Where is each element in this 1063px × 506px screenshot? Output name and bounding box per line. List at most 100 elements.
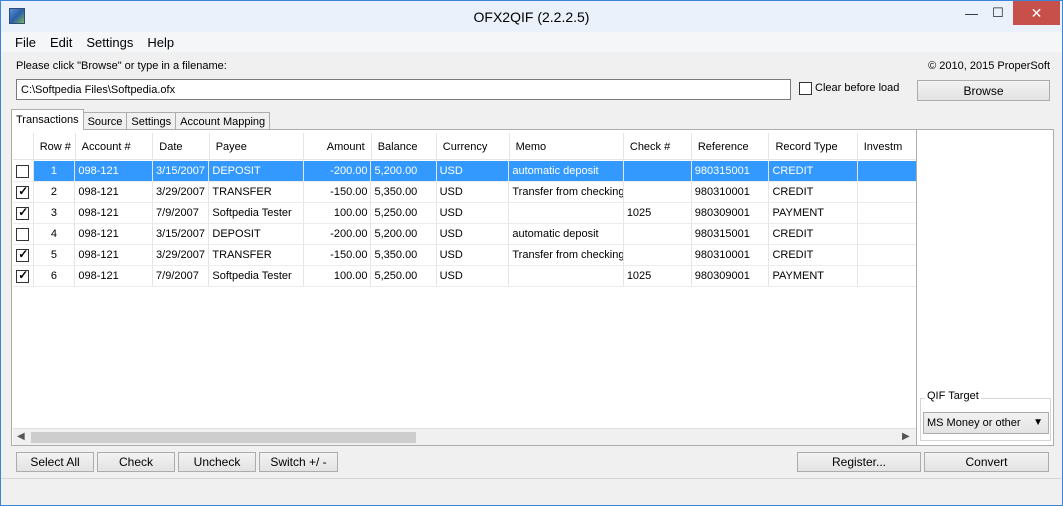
cell-payee[interactable]: DEPOSIT [209,224,304,244]
cell-memo[interactable] [509,203,624,223]
cell-account[interactable]: 098-121 [75,266,154,286]
cell-reference[interactable]: 980309001 [692,266,770,286]
header-amount[interactable]: Amount [304,133,372,160]
cell-memo[interactable] [509,266,624,286]
maximize-button[interactable]: ☐ [985,1,1011,25]
tab-settings[interactable]: Settings [126,112,177,130]
header-check-number[interactable]: Check # [624,133,692,160]
cell-check[interactable]: 1025 [624,266,692,286]
cell-memo[interactable]: Transfer from checking [509,245,624,265]
qif-target-select[interactable]: MS Money or other ▼ [923,412,1049,434]
menu-settings[interactable]: Settings [80,35,139,50]
menu-file[interactable]: File [9,35,42,50]
cell-account[interactable]: 098-121 [75,182,154,202]
cell-reference[interactable]: 980309001 [692,203,770,223]
cell-date[interactable]: 3/15/2007 [153,161,210,181]
header-memo[interactable]: Memo [510,133,624,160]
table-row[interactable]: 2098-1213/29/2007TRANSFER-150.005,350.00… [13,182,916,203]
cell-memo[interactable]: Transfer from checking [509,182,624,202]
cell-account[interactable]: 098-121 [75,161,154,181]
cell-payee[interactable]: Softpedia Tester [209,266,304,286]
filename-input[interactable] [16,79,791,100]
cell-currency[interactable]: USD [437,245,510,265]
cell-currency[interactable]: USD [437,203,510,223]
cell-type[interactable]: CREDIT [769,224,858,244]
cell-investment[interactable] [858,224,916,244]
cell-memo[interactable]: automatic deposit [509,161,624,181]
check-button[interactable]: Check [97,452,175,472]
cell-type[interactable]: CREDIT [769,182,858,202]
menu-help[interactable]: Help [141,35,180,50]
cell-payee[interactable]: TRANSFER [209,245,304,265]
header-reference[interactable]: Reference [692,133,770,160]
cell-row[interactable]: 3 [34,203,76,223]
cell-row[interactable]: 6 [34,266,76,286]
table-row[interactable]: 5098-1213/29/2007TRANSFER-150.005,350.00… [13,245,916,266]
uncheck-button[interactable]: Uncheck [178,452,256,472]
row-checkbox[interactable] [16,205,30,220]
cell-currency[interactable]: USD [437,266,510,286]
close-button[interactable]: ✕ [1013,1,1060,25]
row-checkbox[interactable] [16,164,30,178]
menu-edit[interactable]: Edit [44,35,78,50]
cell-payee[interactable]: TRANSFER [209,182,304,202]
table-row[interactable]: 4 098-121 3/15/2007 DEPOSIT -200.00 5,200.00 U… [13,224,916,245]
cell-row[interactable]: 2 [34,182,76,202]
scroll-left-icon[interactable]: ◀ [17,431,25,442]
cell-amount[interactable]: -200.00 [303,161,372,181]
header-record-type[interactable]: Record Type [769,133,858,160]
row-checkbox[interactable] [16,268,30,283]
cell-account[interactable]: 098-121 [75,203,154,223]
tab-account-mapping[interactable]: Account Mapping [175,112,271,130]
cell-memo[interactable]: automatic deposit [509,224,624,244]
cell-currency[interactable]: USD [437,182,510,202]
cell-balance[interactable]: 5,200.00 [371,161,437,181]
scrollbar-thumb[interactable] [31,432,416,443]
cell-balance[interactable]: 5,250.00 [371,203,437,223]
table-row[interactable]: 6098-1217/9/2007Softpedia Tester100.005,… [13,266,916,287]
cell-type[interactable]: CREDIT [769,161,858,181]
cell-row[interactable]: 4 [34,224,76,244]
cell-type[interactable]: PAYMENT [769,266,858,286]
switch-button[interactable]: Switch +/ - [259,452,338,472]
cell-investment[interactable] [858,203,916,223]
transactions-grid[interactable]: Row # Account # Date Payee Amount Balanc… [13,133,916,431]
header-row[interactable]: Row # [34,133,76,160]
header-account[interactable]: Account # [76,133,154,160]
cell-balance[interactable]: 5,200.00 [371,224,437,244]
cell-amount[interactable]: -150.00 [304,245,372,265]
register-button[interactable]: Register... [797,452,921,472]
cell-reference[interactable]: 980310001 [692,182,770,202]
cell-amount[interactable]: 100.00 [304,266,372,286]
cell-date[interactable]: 7/9/2007 [153,203,210,223]
cell-account[interactable]: 098-121 [75,245,154,265]
minimize-button[interactable]: — [958,1,985,25]
cell-amount[interactable]: 100.00 [304,203,372,223]
convert-button[interactable]: Convert [924,452,1049,472]
cell-investment[interactable] [858,266,916,286]
browse-button[interactable]: Browse [917,80,1050,101]
header-balance[interactable]: Balance [372,133,437,160]
header-check[interactable] [13,133,34,160]
cell-amount[interactable]: -200.00 [304,224,372,244]
cell-type[interactable]: PAYMENT [769,203,858,223]
cell-investment[interactable] [858,245,916,265]
header-currency[interactable]: Currency [437,133,510,160]
row-checkbox[interactable] [16,227,30,241]
cell-payee[interactable]: DEPOSIT [209,161,304,181]
cell-account[interactable]: 098-121 [75,224,154,244]
cell-balance[interactable]: 5,350.00 [371,182,437,202]
horizontal-scrollbar[interactable]: ◀ ▶ [13,428,916,445]
header-date[interactable]: Date [153,133,210,160]
cell-date[interactable]: 3/29/2007 [153,245,210,265]
cell-check[interactable] [624,182,692,202]
cell-currency[interactable]: USD [437,224,510,244]
table-row[interactable]: 1 098-121 3/15/2007 DEPOSIT -200.00 5,200.00 U… [13,161,916,182]
cell-date[interactable]: 3/29/2007 [153,182,210,202]
cell-balance[interactable]: 5,350.00 [371,245,437,265]
header-investment[interactable]: Investm [858,133,916,160]
cell-reference[interactable]: 980315001 [692,224,770,244]
cell-investment[interactable] [857,161,916,181]
header-payee[interactable]: Payee [210,133,304,160]
cell-reference[interactable]: 980315001 [691,161,770,181]
